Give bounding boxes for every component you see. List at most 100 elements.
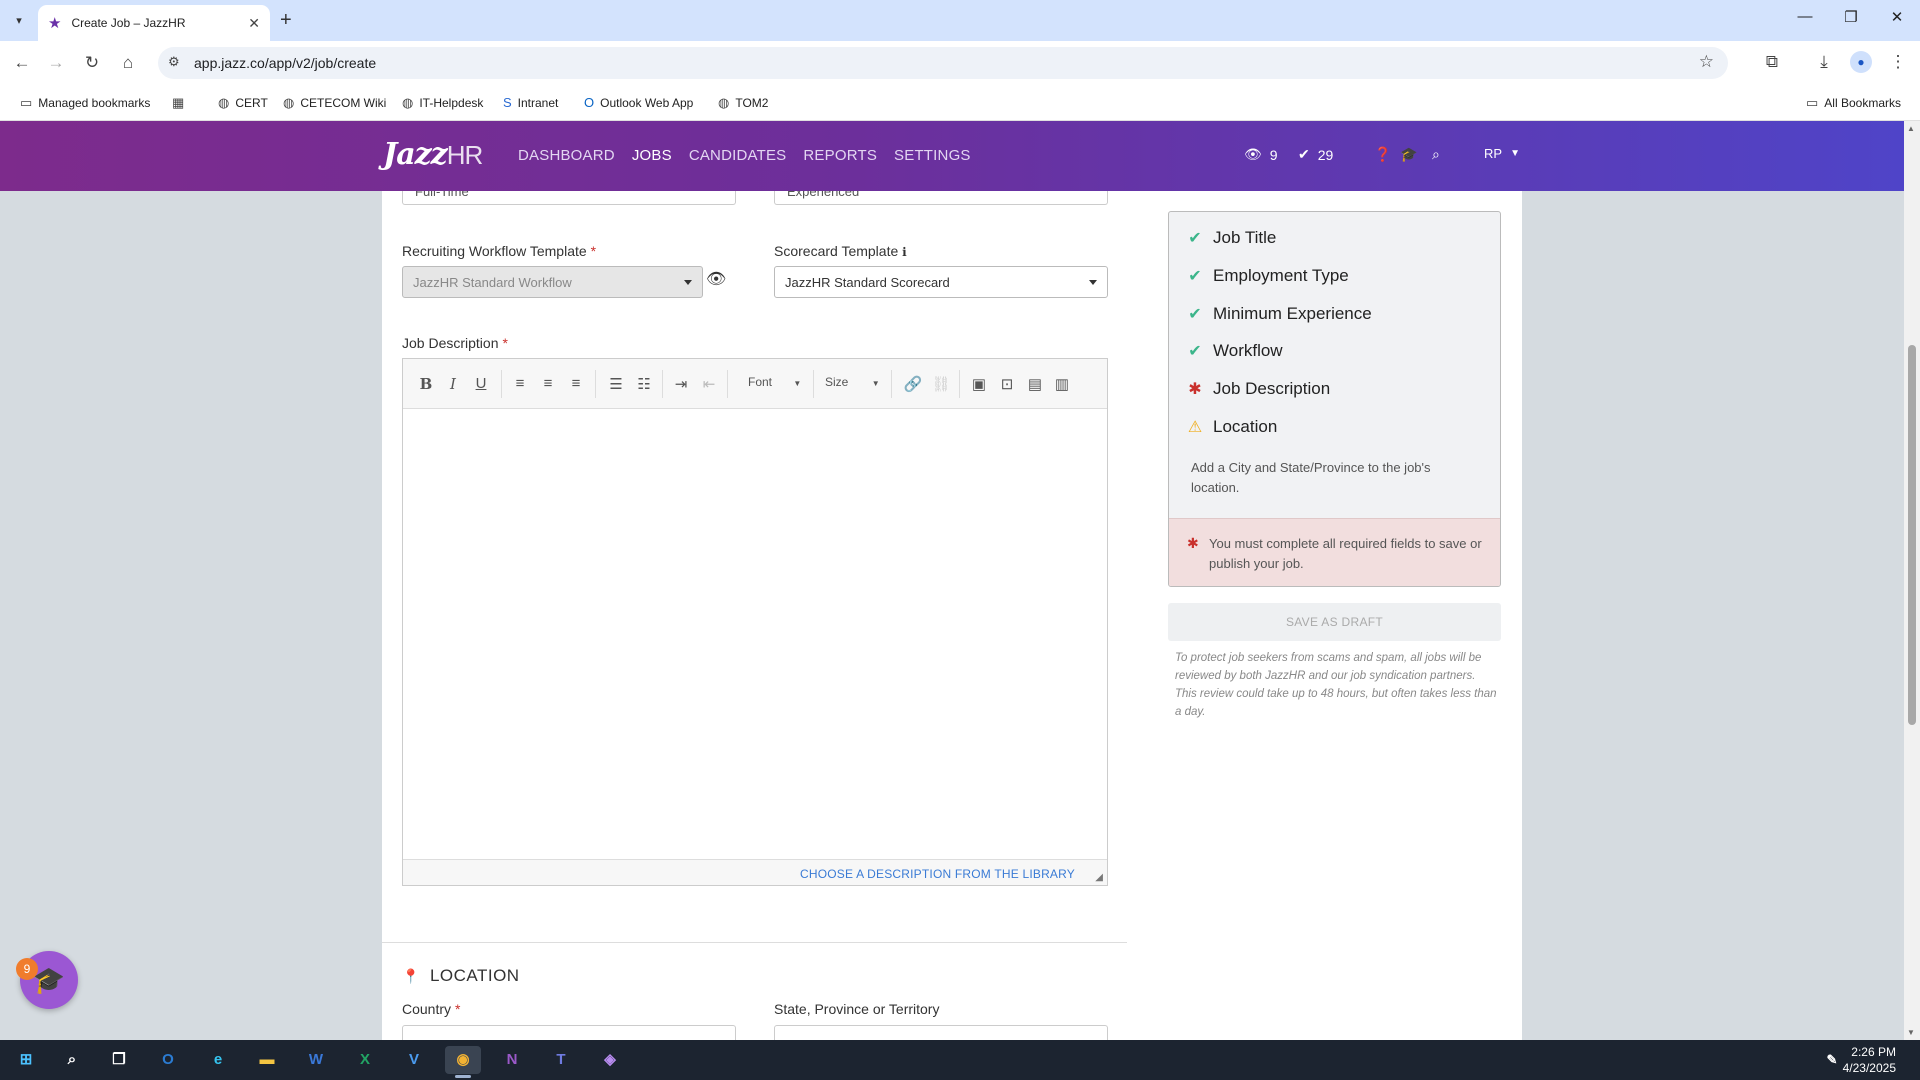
scroll-up-icon[interactable]: ▲ <box>1907 124 1915 133</box>
tab-search-chevron-icon[interactable]: ▾ <box>6 8 32 32</box>
excel-app-icon[interactable]: X <box>347 1046 383 1074</box>
bookmark-cetecom-wiki[interactable]: ◍ CETECOM Wiki <box>283 95 386 111</box>
outlook-app-icon[interactable]: O <box>150 1046 186 1074</box>
search-icon[interactable]: ⌕ <box>1432 146 1440 163</box>
restore-icon[interactable]: ❐ <box>1836 8 1866 26</box>
country-label: Country * <box>402 1001 461 1017</box>
jazzhr-logo[interactable]: JazzHR <box>383 137 483 172</box>
windows-start-icon[interactable]: ⊞ <box>8 1046 44 1074</box>
all-bookmarks[interactable]: ▭ All Bookmarks <box>1806 95 1901 111</box>
tasks-counter[interactable]: ✔ 29 <box>1298 146 1333 163</box>
editor-body[interactable] <box>403 410 1107 859</box>
app-icon[interactable]: ◈ <box>592 1046 628 1074</box>
profile-avatar[interactable]: ● <box>1850 51 1872 73</box>
description-label: Job Description * <box>402 335 508 351</box>
image-icon[interactable]: ▣ <box>969 375 989 393</box>
checklist-location: ⚠ Location <box>1187 417 1278 436</box>
state-input[interactable] <box>774 1025 1108 1040</box>
media-icon[interactable]: ⊡ <box>997 375 1017 393</box>
onenote-app-icon[interactable]: N <box>494 1046 530 1074</box>
reload-icon[interactable]: ↻ <box>80 51 104 75</box>
chrome-app-icon[interactable]: ◉ <box>445 1046 481 1074</box>
forward-icon[interactable]: → <box>44 51 68 75</box>
required-asterisk: * <box>455 1001 461 1017</box>
template-icon[interactable]: ▥ <box>1052 375 1072 393</box>
browser-tab[interactable]: ★ Create Job – JazzHR ✕ <box>38 5 270 41</box>
scorecard-label: Scorecard Template ℹ <box>774 243 907 259</box>
library-link[interactable]: CHOOSE A DESCRIPTION FROM THE LIBRARY <box>800 867 1075 881</box>
nav-jobs[interactable]: JOBS <box>632 147 672 164</box>
downloads-icon[interactable]: ⤓ <box>1812 52 1836 72</box>
bookmark-it-helpdesk[interactable]: ◍ IT-Helpdesk <box>402 95 483 111</box>
page-scrollbar[interactable]: ▲ ▼ <box>1904 121 1920 1040</box>
user-menu[interactable]: RP ▼ <box>1484 146 1520 161</box>
outdent-icon[interactable]: ⇤ <box>699 375 719 393</box>
file-explorer-icon[interactable]: ▬ <box>249 1046 285 1074</box>
underline-icon[interactable]: U <box>471 375 491 392</box>
scorecard-select[interactable]: JazzHR Standard Scorecard <box>774 266 1108 298</box>
new-tab-icon[interactable]: + <box>280 9 292 32</box>
back-icon[interactable]: ← <box>10 51 34 75</box>
address-bar[interactable]: ⚙ app.jazz.co/app/v2/job/create ☆ <box>158 47 1728 79</box>
window-close-icon[interactable]: ✕ <box>1882 8 1912 26</box>
tab-close-icon[interactable]: ✕ <box>248 15 260 32</box>
bold-icon[interactable]: B <box>416 375 436 393</box>
sharepoint-icon: S <box>503 95 512 110</box>
nav-reports[interactable]: REPORTS <box>803 147 877 164</box>
italic-icon[interactable]: I <box>443 375 463 393</box>
word-app-icon[interactable]: W <box>298 1046 334 1074</box>
experience-select[interactable]: Experienced <box>774 191 1108 205</box>
bookmark-star-icon[interactable]: ☆ <box>1699 52 1714 72</box>
save-as-draft-button[interactable]: SAVE AS DRAFT <box>1168 603 1501 641</box>
checklist-job-title: ✔ Job Title <box>1188 228 1277 247</box>
resize-handle-icon[interactable]: ◢ <box>1095 872 1103 883</box>
document-icon[interactable]: ▤ <box>1025 375 1045 393</box>
search-icon[interactable]: ⌕ <box>54 1046 90 1074</box>
bookmark-outlook[interactable]: O Outlook Web App <box>584 95 693 110</box>
bookmark-intranet[interactable]: S Intranet <box>503 95 558 110</box>
task-view-icon[interactable]: ❐ <box>101 1046 137 1074</box>
teams-app-icon[interactable]: T <box>543 1046 579 1074</box>
workflow-select[interactable]: JazzHR Standard Workflow <box>402 266 703 298</box>
globe-icon: ◍ <box>718 95 730 110</box>
main-menu: DASHBOARD JOBS CANDIDATES REPORTS SETTIN… <box>518 147 971 164</box>
align-center-icon[interactable]: ≡ <box>538 375 558 392</box>
nav-settings[interactable]: SETTINGS <box>894 147 971 164</box>
scrollbar-thumb[interactable] <box>1908 345 1916 725</box>
check-icon: ✔ <box>1188 343 1202 360</box>
info-icon[interactable]: ℹ <box>902 245 907 259</box>
bookmark-cert[interactable]: ◍ CERT <box>218 95 268 111</box>
home-icon[interactable]: ⌂ <box>116 51 140 75</box>
font-dropdown[interactable]: Font ▼ <box>748 375 801 389</box>
bookmark-managed[interactable]: ▭ Managed bookmarks <box>20 95 150 111</box>
link-icon[interactable]: 🔗 <box>903 375 923 393</box>
extensions-icon[interactable]: ⧉ <box>1760 52 1784 72</box>
visio-app-icon[interactable]: V <box>396 1046 432 1074</box>
indent-icon[interactable]: ⇥ <box>671 375 691 393</box>
edge-app-icon[interactable]: e <box>200 1046 236 1074</box>
scroll-down-icon[interactable]: ▼ <box>1907 1028 1915 1037</box>
nav-dashboard[interactable]: DASHBOARD <box>518 147 615 164</box>
align-right-icon[interactable]: ≡ <box>566 375 586 392</box>
bullet-list-icon[interactable]: ☷ <box>634 375 654 393</box>
unlink-icon[interactable]: ⛓ <box>931 375 951 393</box>
size-dropdown[interactable]: Size ▼ <box>825 375 880 389</box>
url-text[interactable]: app.jazz.co/app/v2/job/create <box>194 55 376 71</box>
graduation-cap-icon[interactable]: 🎓 <box>1400 146 1417 163</box>
align-left-icon[interactable]: ≡ <box>510 375 530 392</box>
system-clock[interactable]: 2:26 PM 4/23/2025 <box>1843 1044 1896 1076</box>
minimize-icon[interactable]: — <box>1790 8 1820 25</box>
bookmark-tom2[interactable]: ◍ TOM2 <box>718 95 768 111</box>
help-icon[interactable]: ❓ <box>1374 146 1391 163</box>
ordered-list-icon[interactable]: ☰ <box>606 375 626 393</box>
site-info-icon[interactable]: ⚙ <box>168 54 180 70</box>
nav-candidates[interactable]: CANDIDATES <box>689 147 787 164</box>
eye-icon: 👁 <box>1244 146 1262 162</box>
browser-menu-icon[interactable]: ⋮ <box>1886 52 1910 72</box>
employment-type-select[interactable]: Full-Time <box>402 191 736 205</box>
apps-icon[interactable]: ▦ <box>172 95 184 111</box>
country-select[interactable] <box>402 1025 736 1040</box>
views-counter[interactable]: 👁 9 <box>1244 146 1278 163</box>
preview-eye-icon[interactable]: 👁 <box>706 269 726 289</box>
folder-icon: ▭ <box>1806 95 1819 110</box>
